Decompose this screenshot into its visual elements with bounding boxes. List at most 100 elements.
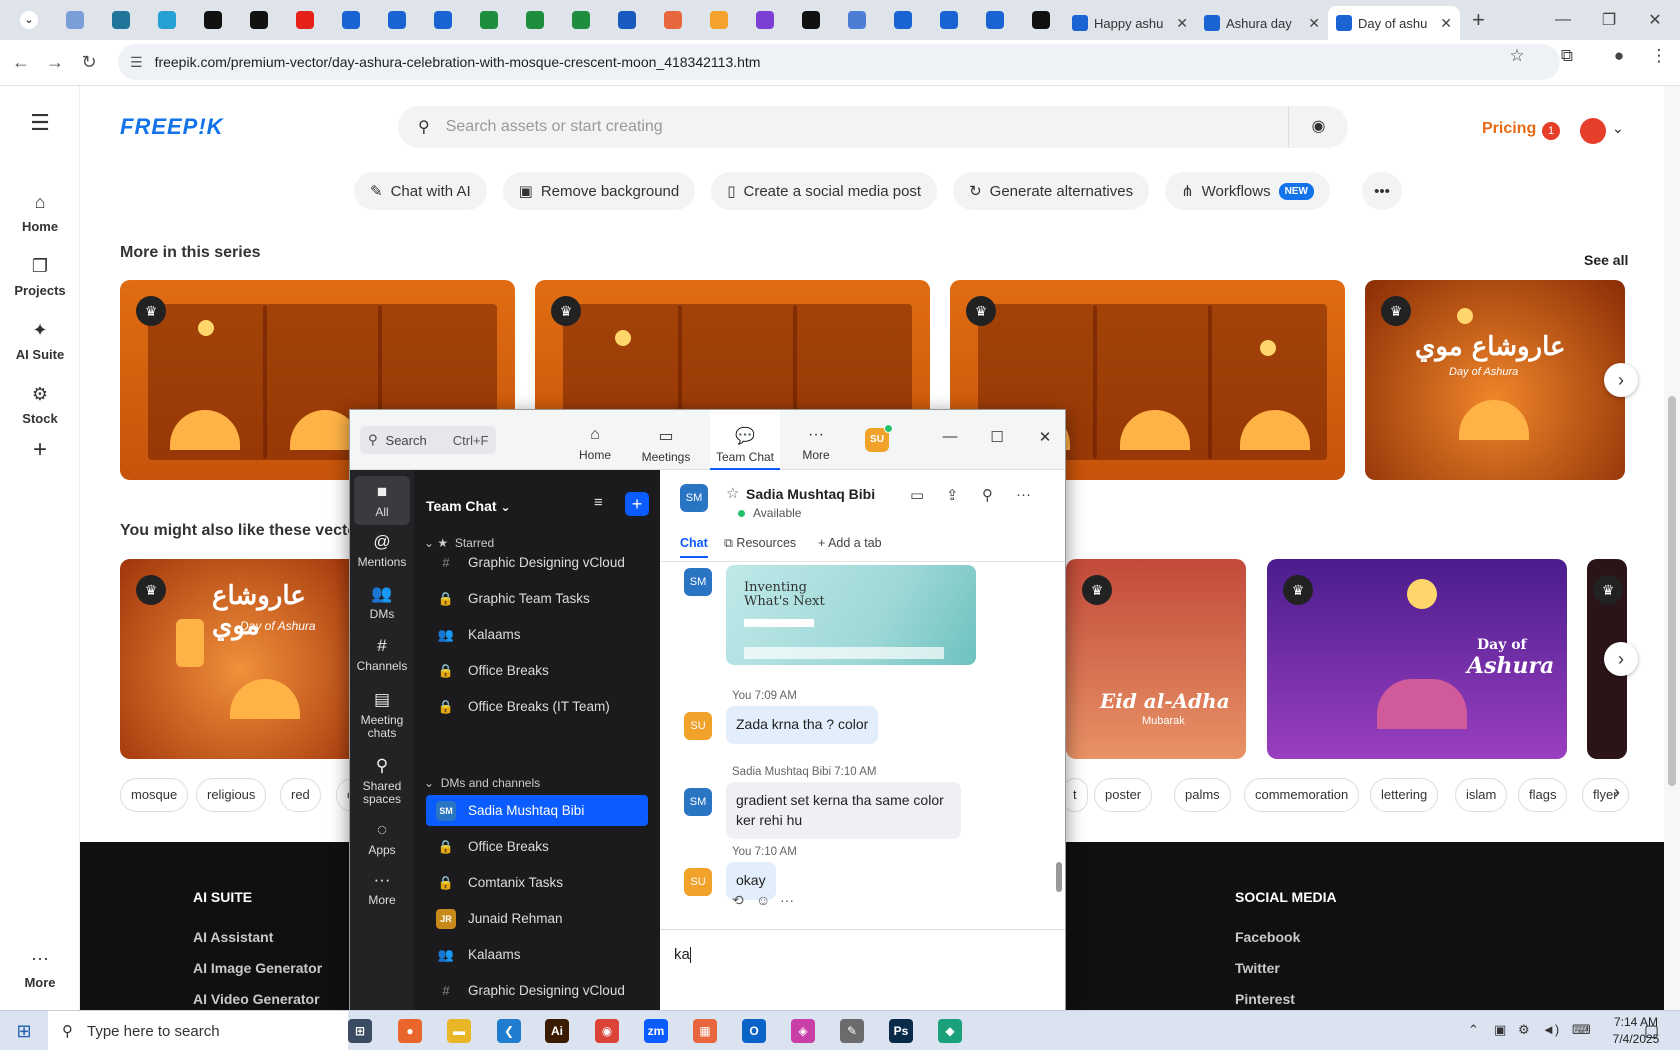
close-window-button[interactable]: ✕ [1632, 0, 1678, 40]
pinned-tab[interactable] [696, 0, 742, 40]
pinned-tab[interactable] [420, 0, 466, 40]
zoom-tab-home[interactable]: ⌂ Home [560, 410, 630, 470]
message-compose-input[interactable]: ka [660, 929, 1065, 1010]
site-info-icon[interactable]: ☰ [130, 54, 143, 71]
tab-chat[interactable]: Chat [680, 536, 708, 558]
tag-chip[interactable]: palms [1174, 778, 1231, 812]
chat-list-item[interactable]: 👥 Kalaams [426, 939, 648, 970]
footer-link[interactable]: Pinterest [1235, 991, 1295, 1007]
more-options-icon[interactable]: ··· [1016, 486, 1031, 503]
contact-avatar[interactable]: SM [680, 484, 708, 512]
pinned-tab[interactable] [52, 0, 98, 40]
tool-generate-alternatives[interactable]: ↻ Generate alternatives [953, 172, 1150, 210]
pinned-tab[interactable] [972, 0, 1018, 40]
pinned-tab[interactable] [558, 0, 604, 40]
pinned-tab[interactable] [742, 0, 788, 40]
tab-add[interactable]: + Add a tab [818, 536, 882, 550]
menu-dots-icon[interactable]: ⋮ [1642, 46, 1676, 66]
star-icon[interactable]: ☆ [726, 484, 739, 502]
tool-workflows[interactable]: ⋔ Workflows NEW [1165, 172, 1330, 210]
message-bubble[interactable]: gradient set kerna tha same color ker re… [726, 782, 961, 840]
pinned-tab[interactable] [926, 0, 972, 40]
sidebar-more[interactable]: ··· More [0, 948, 80, 990]
freepik-search-input[interactable]: ⚲ Search assets or start creating ◉ [398, 106, 1348, 148]
pinned-tab[interactable] [328, 0, 374, 40]
illustrator-icon[interactable]: Ai [545, 1019, 569, 1043]
freepik-logo[interactable]: FREEP!K [120, 114, 224, 140]
contact-name[interactable]: Sadia Mushtaq Bibi [746, 486, 875, 502]
rail-meeting-chats[interactable]: ▤ Meeting chats [350, 690, 414, 741]
chevron-down-icon[interactable]: ⌄ [1612, 120, 1624, 137]
pinned-tab[interactable] [880, 0, 926, 40]
pinned-tab[interactable] [604, 0, 650, 40]
footer-link[interactable]: AI Image Generator [193, 960, 322, 976]
chat-list-item[interactable]: 🔒 Graphic Team Tasks [426, 583, 648, 614]
windows-start-icon[interactable]: ⊞ [0, 1011, 48, 1050]
sidebar-item-projects[interactable]: ❐ Projects [0, 256, 80, 298]
tab-search-button[interactable]: ⌄ [6, 0, 52, 40]
more-tools-button[interactable]: ••• [1362, 172, 1402, 210]
similar-card-2[interactable]: Eid al-Adha Mubarak ♛ [1066, 559, 1246, 759]
profile-icon[interactable]: ● [1602, 46, 1636, 66]
tag-chip[interactable]: flyer [1582, 778, 1629, 812]
chat-list-item[interactable]: 🔒 Office Breaks [426, 655, 648, 686]
user-avatar[interactable] [1580, 118, 1606, 144]
filter-icon[interactable]: ≡ [594, 494, 603, 511]
chat-list-item[interactable]: 🔒 Office Breaks [426, 831, 648, 862]
search-icon[interactable]: ⚲ [982, 486, 993, 504]
maximize-button[interactable]: ☐ [982, 428, 1012, 452]
series-next-arrow[interactable]: › [1604, 363, 1638, 397]
message-bubble[interactable]: Zada krna tha ? color [726, 706, 879, 744]
close-tab-icon[interactable]: ✕ [1440, 15, 1452, 32]
reload-icon[interactable]: ↻ [72, 52, 106, 73]
footer-link[interactable]: AI Video Generator [193, 991, 320, 1007]
dms-group[interactable]: ⌄ DMs and channels [424, 776, 540, 790]
pricing-link[interactable]: Pricing [1482, 120, 1536, 138]
tool-remove-background[interactable]: ▣ Remove background [502, 172, 696, 210]
close-tab-icon[interactable]: ✕ [1308, 15, 1320, 32]
rail-channels[interactable]: # Channels [350, 636, 414, 673]
sidebar-item-ai-suite[interactable]: ✦ AI Suite [0, 320, 80, 362]
tags-next-arrow[interactable]: › [1614, 782, 1620, 803]
volume-icon[interactable]: ◄) [1542, 1022, 1559, 1037]
chat-list-item[interactable]: SM Sadia Mushtaq Bibi [426, 795, 648, 826]
sidebar-item-stock[interactable]: ⚙ Stock [0, 384, 80, 426]
reply-icon[interactable]: ⟲ [732, 892, 744, 909]
bookmark-star-icon[interactable]: ☆ [1500, 46, 1534, 66]
extensions-icon[interactable]: ⧉ [1550, 46, 1584, 66]
pinned-tab[interactable] [374, 0, 420, 40]
page-scrollbar[interactable] [1664, 86, 1680, 1010]
browser-tab[interactable]: Happy ashu ✕ [1064, 6, 1196, 40]
pinned-tab[interactable] [190, 0, 236, 40]
pinned-tab[interactable] [282, 0, 328, 40]
chat-list-item[interactable]: 🔒 Office Breaks (IT Team) [426, 691, 648, 722]
similar-card-1[interactable]: عاروشاع موي Day of Ashura ♛ [120, 559, 360, 759]
see-all-link[interactable]: See all [1584, 252, 1628, 268]
rail-shared-spaces[interactable]: ⚲ Shared spaces [350, 756, 414, 807]
tag-chip[interactable]: mosque [120, 778, 189, 812]
similar-card-3[interactable]: Day of Ashura ♛ [1267, 559, 1567, 759]
video-call-icon[interactable]: ▭ [910, 486, 924, 504]
notifications-icon[interactable]: ▢ [1644, 1021, 1659, 1041]
pinned-tab[interactable] [512, 0, 558, 40]
add-icon[interactable]: + [0, 436, 80, 470]
pinned-tab[interactable] [466, 0, 512, 40]
series-card-4[interactable]: عاروشاع موي Day of Ashura ♛ [1365, 280, 1625, 480]
chat-scrollbar[interactable] [1055, 562, 1063, 922]
tag-chip[interactable]: poster [1094, 778, 1153, 812]
minimize-button[interactable]: ― [1540, 0, 1586, 40]
new-tab-button[interactable]: + [1472, 7, 1485, 33]
tag-chip[interactable]: commemoration [1244, 778, 1360, 812]
footer-link[interactable]: Twitter [1235, 960, 1280, 976]
footer-link[interactable]: Facebook [1235, 929, 1300, 945]
pinned-tab[interactable] [1018, 0, 1064, 40]
file-explorer-icon[interactable]: ▬ [447, 1019, 471, 1043]
tool-create-a-social-media-post[interactable]: ▯ Create a social media post [711, 172, 938, 210]
pinned-tab[interactable] [144, 0, 190, 40]
zoom-icon[interactable]: zm [644, 1019, 668, 1043]
browser-tab[interactable]: Day of ashu ✕ [1328, 6, 1460, 40]
taskbar-search-input[interactable]: ⚲ Type here to search [48, 1011, 348, 1050]
zoom-tab-more[interactable]: ··· More [781, 410, 851, 470]
vscode-icon[interactable]: ❮ [497, 1019, 521, 1043]
tag-chip[interactable]: lettering [1370, 778, 1439, 812]
